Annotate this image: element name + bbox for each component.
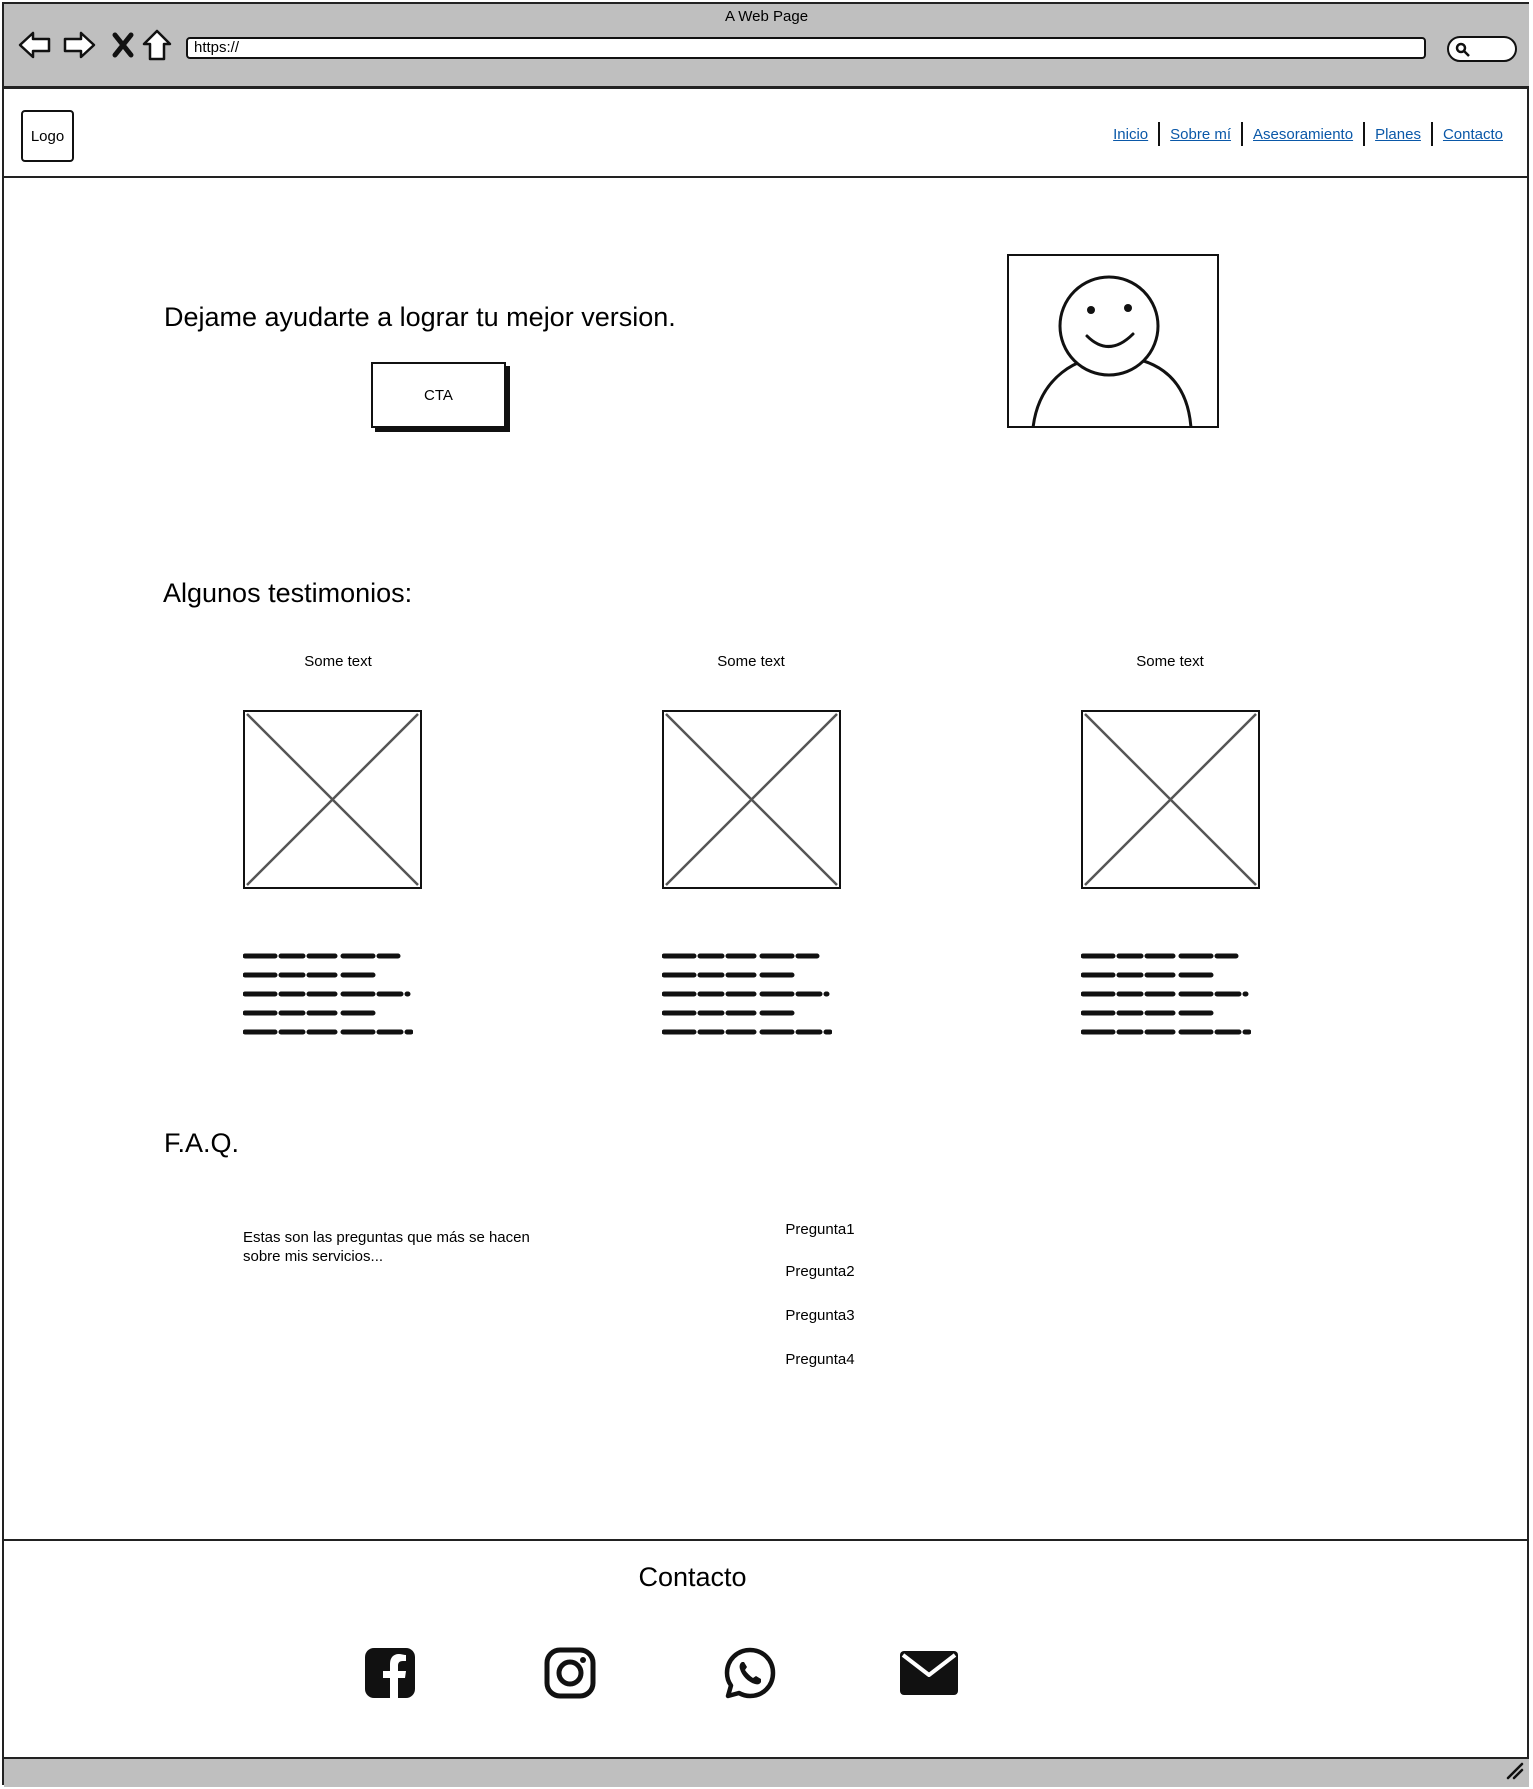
profile-photo bbox=[1007, 254, 1219, 428]
testimonials-heading: Algunos testimonios: bbox=[163, 578, 413, 608]
user-avatar-icon bbox=[1031, 275, 1193, 426]
browser-search-field[interactable] bbox=[1447, 36, 1517, 62]
header-divider bbox=[4, 176, 1529, 178]
faq-question[interactable]: Pregunta3 bbox=[760, 1307, 880, 1324]
window-title: A Web Page bbox=[724, 8, 809, 25]
cta-button[interactable]: CTA bbox=[371, 362, 506, 428]
email-icon[interactable] bbox=[898, 1645, 960, 1701]
facebook-icon[interactable] bbox=[362, 1645, 418, 1701]
image-placeholder bbox=[243, 710, 422, 889]
testimonial-text-scribble bbox=[1080, 950, 1252, 1045]
whatsapp-icon[interactable] bbox=[722, 1645, 778, 1701]
forward-icon[interactable] bbox=[62, 28, 96, 62]
faq-question[interactable]: Pregunta1 bbox=[760, 1221, 880, 1238]
nav-link-inicio[interactable]: Inicio bbox=[1103, 126, 1158, 143]
image-placeholder bbox=[1081, 710, 1260, 889]
hero-heading: Dejame ayudarte a lograr tu mejor versio… bbox=[164, 302, 676, 332]
faq-heading: F.A.Q. bbox=[164, 1128, 240, 1158]
nav-link-asesoramiento[interactable]: Asesoramiento bbox=[1243, 126, 1363, 143]
nav-link-contacto[interactable]: Contacto bbox=[1433, 126, 1513, 143]
faq-intro: Estas son las preguntas que más se hacen… bbox=[243, 1229, 530, 1265]
browser-frame bbox=[2, 2, 1529, 1785]
main-nav: Inicio Sobre mí Asesoramiento Planes Con… bbox=[1103, 122, 1513, 146]
home-icon[interactable] bbox=[140, 28, 174, 62]
testimonial-title: Some text bbox=[1136, 653, 1204, 670]
resize-handle-icon[interactable] bbox=[1506, 1762, 1524, 1785]
close-icon[interactable] bbox=[106, 28, 140, 62]
footer-divider bbox=[4, 1539, 1529, 1541]
back-icon[interactable] bbox=[18, 28, 52, 62]
image-placeholder bbox=[662, 710, 841, 889]
instagram-icon[interactable] bbox=[542, 1645, 598, 1701]
faq-question[interactable]: Pregunta4 bbox=[760, 1351, 880, 1368]
logo[interactable]: Logo bbox=[21, 110, 74, 162]
testimonial-title: Some text bbox=[717, 653, 785, 670]
testimonial-text-scribble bbox=[242, 950, 414, 1045]
contact-heading: Contacto bbox=[638, 1562, 747, 1592]
testimonial-text-scribble bbox=[661, 950, 833, 1045]
url-input[interactable]: https:// bbox=[186, 37, 1426, 59]
nav-link-sobre-mi[interactable]: Sobre mí bbox=[1160, 126, 1241, 143]
faq-question[interactable]: Pregunta2 bbox=[760, 1263, 880, 1280]
testimonial-title: Some text bbox=[304, 653, 372, 670]
nav-link-planes[interactable]: Planes bbox=[1365, 126, 1431, 143]
browser-status-bar bbox=[4, 1757, 1529, 1787]
